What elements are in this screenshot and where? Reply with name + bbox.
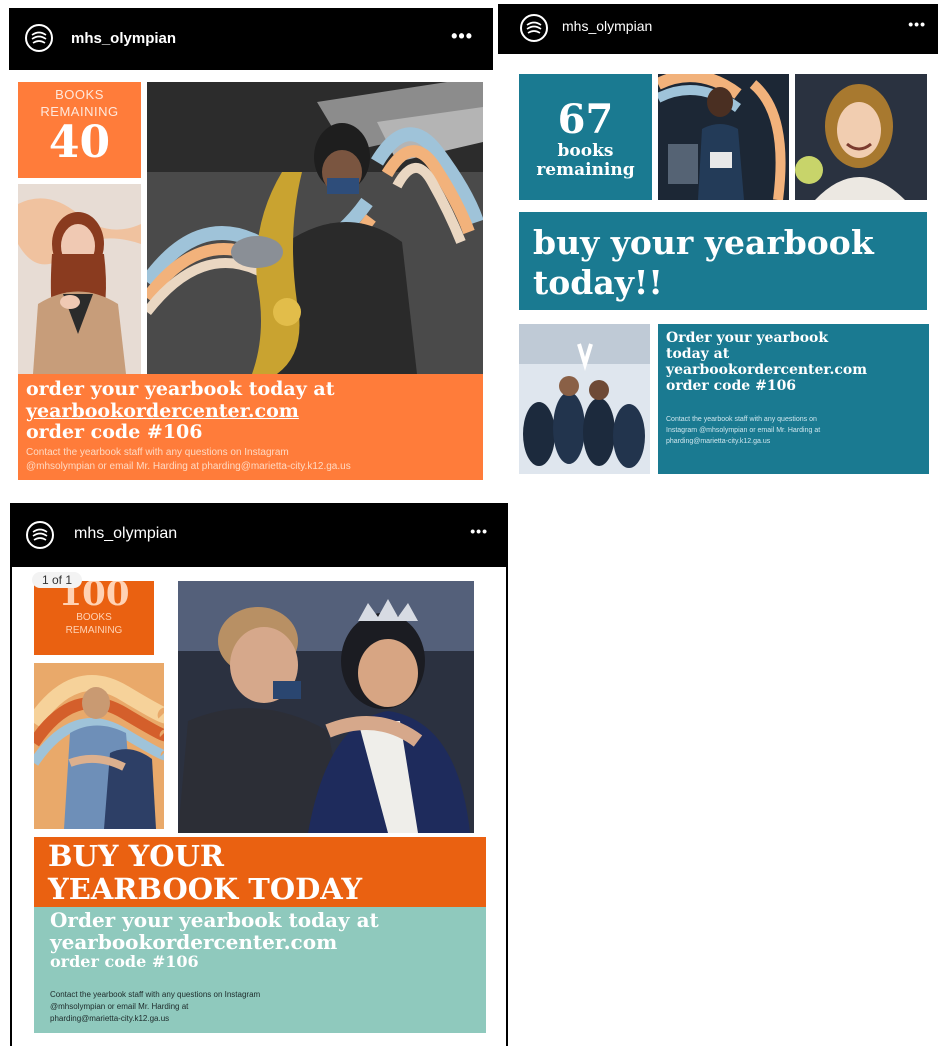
banner-line-1: buy your yearbook [533,223,874,262]
order-info-block: Order your yearbook today at yearbookord… [658,324,929,474]
banner-line-2: today!! [533,263,663,302]
order-line-2: today at [666,346,730,362]
order-code: order code #106 [666,378,797,394]
books-remaining-label-1: books [557,141,614,161]
username[interactable]: mhs_olympian [562,18,652,34]
books-remaining-label-2: remaining [536,160,635,180]
contact-text-1: Contact the yearbook staff with any ques… [26,447,289,458]
profile-logo-icon[interactable] [26,521,54,549]
smiling-student-photo [795,74,927,200]
more-options-icon[interactable]: ••• [908,16,926,32]
contact-text-1: Contact the yearbook staff with any ques… [666,416,817,423]
order-line-1: Order your yearbook [666,330,829,346]
more-options-icon[interactable]: ••• [470,523,488,539]
username[interactable]: mhs_olympian [74,525,177,543]
banner-line-1: BUY YOUR [48,839,224,873]
order-info-block: order your yearbook today at yearbookord… [18,374,483,480]
contact-text-2: @mhsolympian or email Mr. Harding at pha… [26,461,351,472]
order-info-block: Order your yearbook today at yearbookord… [34,907,486,1033]
buy-yearbook-banner: buy your yearbook today!! [519,212,927,310]
order-code: order code #106 [50,952,199,971]
order-code: order code #106 [26,421,203,443]
contact-text-2: @mhsolympian or email Mr. Harding at [50,1002,189,1011]
buy-yearbook-banner: BUY YOUR YEARBOOK TODAY [34,837,486,907]
books-remaining-count: 40 [48,117,111,168]
post-1: mhs_olympian ••• BOOKS REMAINING 40 orde… [9,8,493,482]
books-remaining-box: 100 BOOKS REMAINING [34,581,154,655]
contact-text-3: pharding@marietta-city.k12.ga.us [50,1014,170,1023]
saxophone-player-photo [147,82,483,374]
contact-text-1: Contact the yearbook staff with any ques… [50,990,261,999]
runner-photo [658,74,789,200]
profile-logo-icon[interactable] [25,24,53,52]
post-header: mhs_olympian ••• [10,503,508,567]
homecoming-queen-photo [178,581,474,833]
books-remaining-label-2: REMAINING [65,625,123,636]
hugging-students-photo [34,663,164,829]
post-2: mhs_olympian ••• 67 books remaining buy … [498,4,938,484]
team-celebration-photo [519,324,650,474]
books-remaining-label-1: BOOKS [76,612,112,623]
order-line-1: Order your yearbook today at [50,908,379,932]
books-remaining-count: 67 [557,96,614,143]
order-headline-1: order your yearbook today at [26,378,335,400]
banner-line-2: YEARBOOK TODAY [48,872,363,906]
contact-text-2: Instagram @mhsolympian or email Mr. Hard… [666,427,821,434]
books-remaining-box: BOOKS REMAINING 40 [18,82,141,178]
post-header: mhs_olympian ••• [498,4,938,54]
page-indicator: 1 of 1 [32,572,83,588]
username[interactable]: mhs_olympian [71,30,176,47]
books-remaining-box: 67 books remaining [519,74,652,200]
post-3: mhs_olympian ••• 100 BOOKS REMAINING 1 o… [10,503,508,1046]
post-header: mhs_olympian ••• [9,8,493,70]
contact-text-3: pharding@marietta-city.k12.ga.us [666,438,771,445]
order-website-link[interactable]: yearbookordercenter.com [50,931,337,953]
books-remaining-label: BOOKS REMAINING [40,87,119,119]
more-options-icon[interactable]: ••• [451,26,473,47]
profile-logo-icon[interactable] [520,14,548,42]
student-portrait-photo [18,184,141,374]
order-website-link[interactable]: yearbookordercenter.com [666,362,867,378]
order-website-link[interactable]: yearbookordercenter.com [26,400,299,422]
